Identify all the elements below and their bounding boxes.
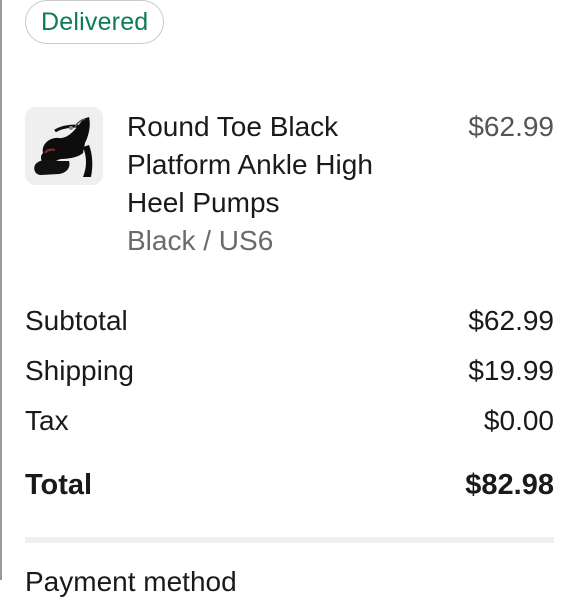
payment-method-heading: Payment method — [25, 566, 237, 597]
total-label: Total — [25, 468, 93, 501]
shoe-image — [25, 107, 103, 185]
tax-row: Tax $0.00 — [25, 396, 554, 446]
product-title-line: Heel Pumps — [127, 187, 280, 218]
subtotal-row: Subtotal $62.99 — [25, 296, 554, 346]
shipping-value: $19.99 — [468, 355, 554, 386]
section-divider — [25, 537, 554, 543]
shipping-row: Shipping $19.99 — [25, 346, 554, 396]
tax-label: Tax — [25, 405, 69, 436]
total-value: $82.98 — [465, 468, 554, 501]
product-info: Round Toe Black Platform Ankle High Heel… — [127, 108, 427, 260]
subtotal-value: $62.99 — [468, 305, 554, 336]
shipping-label: Shipping — [25, 355, 134, 386]
product-title-line: Platform Ankle High — [127, 149, 373, 180]
status-badge-label: Delivered — [41, 7, 149, 36]
subtotal-label: Subtotal — [25, 305, 128, 336]
tax-value: $0.00 — [483, 405, 554, 436]
order-summary: Subtotal $62.99 Shipping $19.99 Tax $0.0… — [25, 296, 554, 510]
product-title[interactable]: Round Toe Black Platform Ankle High Heel… — [127, 108, 427, 222]
left-edge-border — [0, 0, 2, 580]
total-row: Total $82.98 — [25, 460, 554, 510]
product-variant: Black / US6 — [127, 225, 274, 256]
product-thumbnail[interactable] — [25, 107, 103, 185]
status-badge: Delivered — [25, 0, 165, 44]
product-title-line: Round Toe Black — [127, 111, 339, 142]
product-price: $62.99 — [468, 111, 554, 142]
